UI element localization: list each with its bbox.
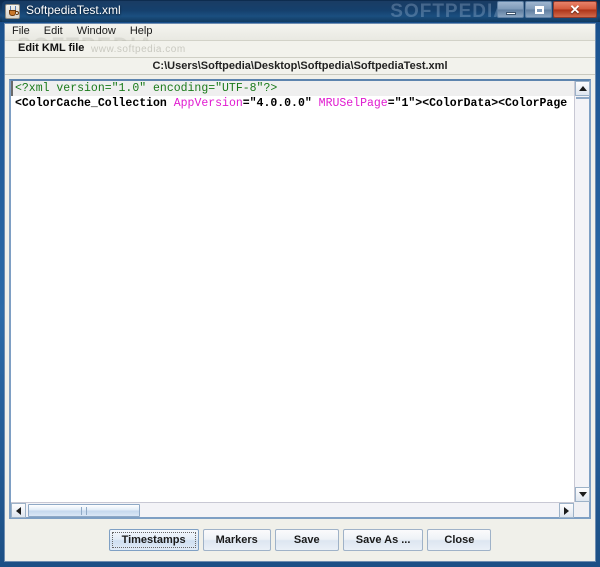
scroll-left-button[interactable] bbox=[11, 503, 26, 518]
application-window: SoftpediaTest.xml SOFTPEDIA ✕ File Edit … bbox=[0, 0, 600, 567]
code-token-pi: <?xml version="1.0" encoding="UTF-8"?> bbox=[15, 82, 278, 95]
close-icon: ✕ bbox=[569, 2, 581, 17]
horizontal-scrollbar-thumb[interactable] bbox=[28, 504, 140, 517]
maximize-icon bbox=[535, 6, 544, 14]
code-token-val: ="1"><ColorData><ColorPage bbox=[387, 97, 568, 110]
code-line: <ColorCache_Collection AppVersion="4.0.0… bbox=[11, 96, 574, 111]
file-path-label: C:\Users\Softpedia\Desktop\Softpedia\Sof… bbox=[152, 60, 448, 72]
window-controls: ✕ bbox=[496, 1, 597, 18]
code-token-attr: MRUSelPage bbox=[318, 97, 388, 110]
vertical-scrollbar-thumb[interactable] bbox=[576, 97, 589, 99]
menu-bar: File Edit Window Help SOFTPEDIA bbox=[5, 24, 595, 57]
code-token-attr: AppVersion bbox=[173, 97, 243, 110]
close-dialog-button[interactable]: Close bbox=[427, 529, 492, 551]
minimize-icon bbox=[506, 12, 516, 15]
code-token-val: ="4.0.0.0" bbox=[242, 97, 319, 110]
java-coffee-cup-icon bbox=[5, 4, 20, 19]
markers-button[interactable]: Markers bbox=[202, 529, 271, 551]
action-button-bar: Timestamps Markers Save Save As ... Clos… bbox=[9, 523, 591, 557]
save-button[interactable]: Save bbox=[274, 529, 339, 551]
horizontal-scrollbar[interactable] bbox=[11, 502, 574, 518]
close-dialog-button-wrap: Close bbox=[425, 529, 493, 551]
maximize-button[interactable] bbox=[525, 1, 552, 18]
menu-item-window[interactable]: Window bbox=[70, 24, 123, 40]
title-bar[interactable]: SoftpediaTest.xml SOFTPEDIA ✕ bbox=[0, 0, 600, 22]
chevron-left-icon bbox=[16, 506, 21, 515]
scrollbar-grip bbox=[81, 507, 87, 515]
scroll-right-button[interactable] bbox=[559, 503, 574, 518]
section-header-watermark: www.softpedia.com bbox=[91, 44, 186, 55]
menu-item-file[interactable]: File bbox=[5, 24, 37, 40]
file-path-bar: C:\Users\Softpedia\Desktop\Softpedia\Sof… bbox=[5, 58, 595, 75]
scroll-up-button[interactable] bbox=[575, 81, 590, 96]
xml-text-editor[interactable]: <?xml version="1.0" encoding="UTF-8"?> <C… bbox=[11, 81, 574, 502]
section-header: Edit KML file www.softpedia.com bbox=[5, 41, 595, 58]
chevron-down-icon bbox=[578, 492, 587, 497]
save-as-button-wrap: Save As ... bbox=[341, 529, 426, 551]
chevron-up-icon bbox=[578, 86, 587, 91]
menu-item-help[interactable]: Help bbox=[123, 24, 160, 40]
icon-cup bbox=[9, 10, 16, 16]
chevron-right-icon bbox=[564, 506, 569, 515]
menu-item-edit[interactable]: Edit bbox=[37, 24, 70, 40]
timestamps-button-wrap: Timestamps bbox=[107, 529, 201, 551]
save-as-button[interactable]: Save As ... bbox=[342, 529, 424, 551]
vertical-scrollbar[interactable] bbox=[574, 81, 590, 502]
code-token-tag: <ColorCache_Collection bbox=[15, 97, 174, 110]
editor-panel: <?xml version="1.0" encoding="UTF-8"?> <C… bbox=[9, 79, 591, 519]
client-area: File Edit Window Help SOFTPEDIA Edit KML… bbox=[4, 23, 596, 562]
timestamps-button[interactable]: Timestamps bbox=[108, 529, 199, 551]
scrollbar-corner bbox=[574, 502, 589, 517]
minimize-button[interactable] bbox=[497, 1, 524, 18]
close-button[interactable]: ✕ bbox=[553, 1, 597, 18]
scroll-down-button[interactable] bbox=[575, 487, 590, 502]
section-header-label: Edit KML file bbox=[18, 42, 85, 54]
icon-handle bbox=[16, 11, 19, 15]
window-title: SoftpediaTest.xml bbox=[26, 3, 121, 17]
markers-button-wrap: Markers bbox=[201, 529, 273, 551]
code-line: <?xml version="1.0" encoding="UTF-8"?> bbox=[11, 81, 574, 96]
save-button-wrap: Save bbox=[273, 529, 341, 551]
softpedia-watermark: SOFTPEDIA bbox=[390, 1, 508, 22]
